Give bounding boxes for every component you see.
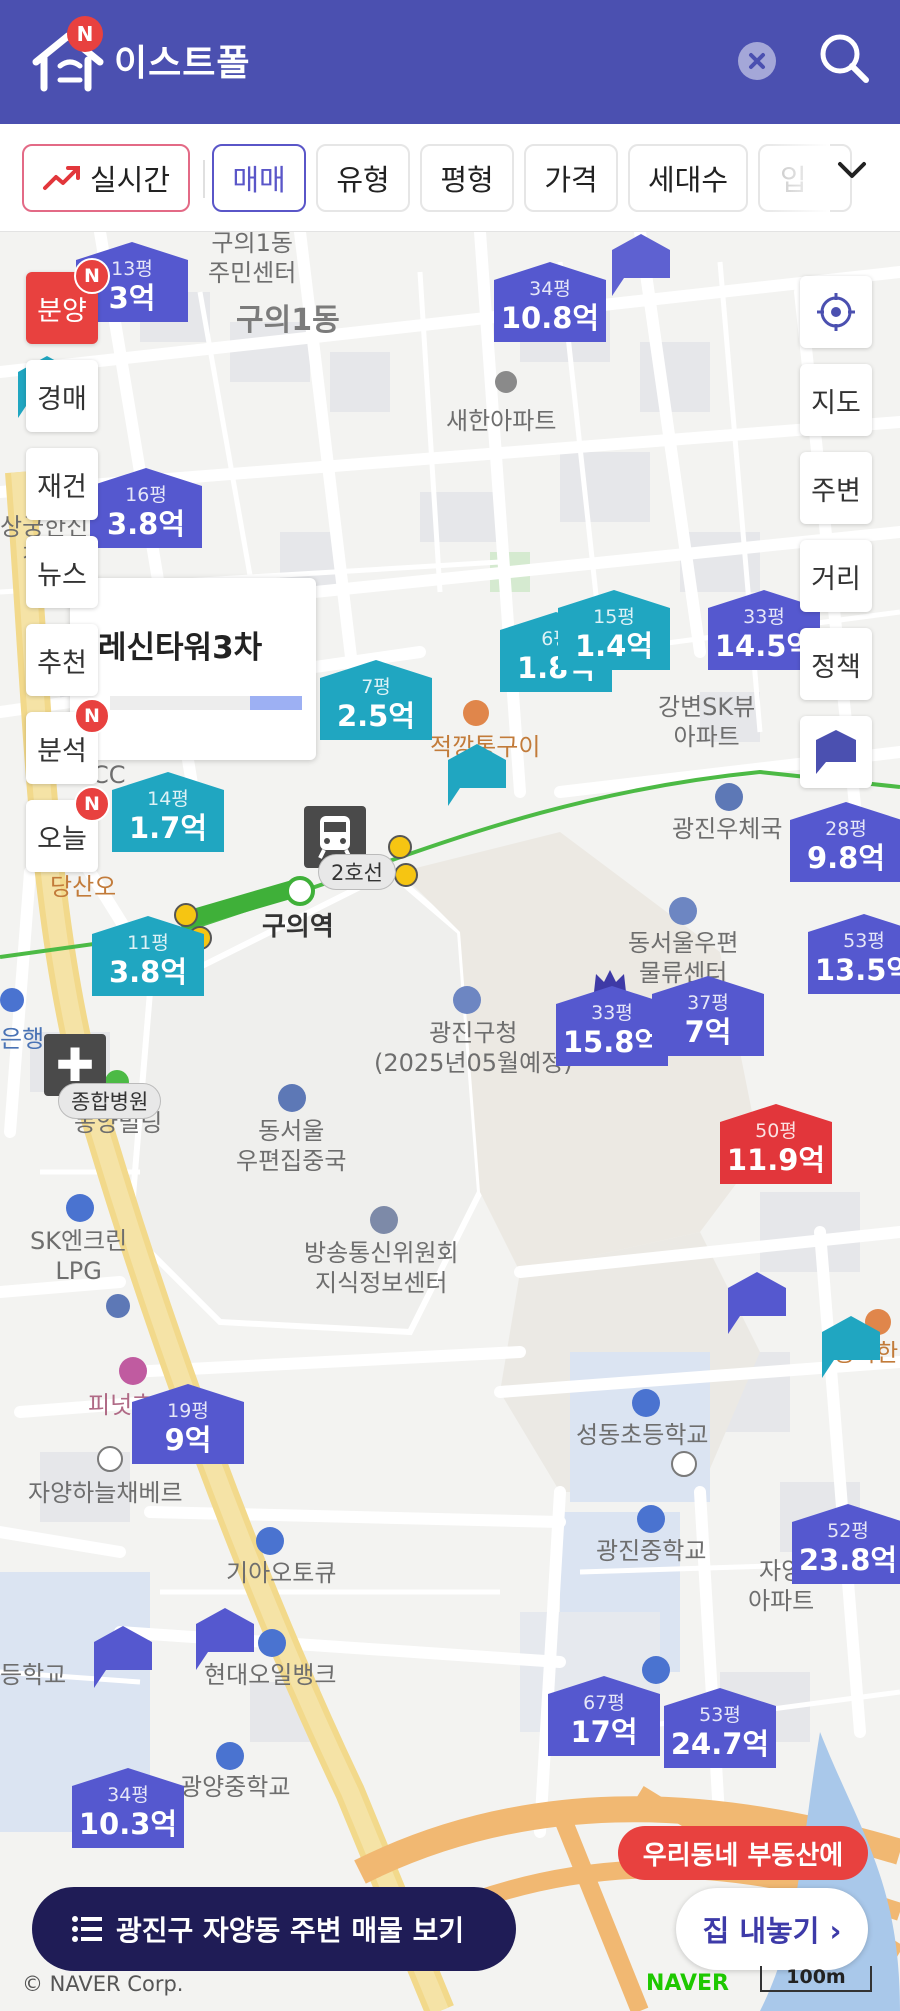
promo-bubble[interactable]: 우리동네 부동산에: [618, 1826, 868, 1880]
map-label-post-center: 동서울 우편집중국: [236, 1117, 347, 1175]
policy-button[interactable]: 정책: [800, 628, 872, 700]
naver-logo: NAVER: [646, 1971, 729, 1996]
nearby-button[interactable]: 주변: [800, 452, 872, 524]
search-button[interactable]: [816, 30, 872, 86]
side-btn-recommend[interactable]: 추천: [26, 624, 98, 696]
map-label-bank-left: 은행: [0, 1025, 45, 1053]
new-badge: N: [74, 786, 110, 822]
view-listings-label: 광진구 자양동 주변 매물 보기: [116, 1914, 465, 1947]
complex-info-popup[interactable]: 레신타워3차: [70, 578, 316, 760]
map-credit: © NAVER Corp.: [22, 1972, 184, 1996]
price-marker[interactable]: 67평 17억: [548, 1676, 660, 1756]
side-btn-presale[interactable]: 분양 N: [26, 258, 110, 344]
filter-fade: [760, 144, 830, 214]
price-marker[interactable]: 34평 10.8억: [494, 262, 606, 342]
new-badge: N: [74, 258, 110, 294]
map-label-sk-lpg: SK엔크린 LPG: [30, 1227, 128, 1285]
price-marker[interactable]: 52평 23.8억: [792, 1504, 900, 1584]
cluster-flag-icon[interactable]: [822, 1316, 880, 1378]
filter-price[interactable]: 가격: [524, 144, 618, 212]
map-label-gwangyang-middle: 광양중학교: [180, 1773, 291, 1801]
map-label-school-left: 등학교: [0, 1661, 67, 1689]
cluster-flag-icon[interactable]: [94, 1626, 152, 1688]
side-btn-label: 분양: [37, 295, 87, 327]
map-label-gwangjin-post: 광진우체국: [672, 815, 783, 843]
list-icon: [72, 1916, 102, 1942]
map-label-seongdong-school: 성동초등학교: [576, 1421, 709, 1449]
chevron-down-icon: [838, 162, 866, 178]
filter-type[interactable]: 유형: [316, 144, 410, 212]
price-marker[interactable]: 28평 9.8억: [790, 802, 900, 882]
side-btn-auction[interactable]: 경매: [26, 360, 98, 432]
close-icon: [749, 53, 765, 69]
price-marker[interactable]: 53평 13.5억: [808, 914, 900, 994]
house-logo-icon[interactable]: N: [30, 16, 110, 98]
hospital-label: 종합병원: [58, 1083, 162, 1119]
side-btn-label: 분석: [37, 735, 87, 767]
expand-filters-button[interactable]: [832, 150, 872, 190]
popup-bar-highlight: [250, 696, 302, 710]
search-icon: [820, 34, 869, 83]
trend-up-icon: [42, 166, 80, 190]
new-badge: N: [74, 698, 110, 734]
realtime-label: 실시간: [89, 163, 171, 197]
side-btn-label: 오늘: [37, 823, 87, 855]
map-label-broadcast: 방송통신위원회 지식정보센터: [304, 1239, 459, 1297]
map-label-gwangjin-office: 광진구청 (2025년05월예정): [374, 1019, 573, 1077]
filter-trade-type[interactable]: 매매: [212, 144, 306, 212]
price-marker[interactable]: 37평 7억: [652, 976, 764, 1056]
notification-badge: N: [67, 16, 103, 52]
price-marker[interactable]: 50평 11.9억: [720, 1104, 832, 1184]
map-label-kia: 기아오토큐: [226, 1559, 337, 1587]
price-marker[interactable]: 19평 9억: [132, 1384, 244, 1464]
side-btn-rebuild[interactable]: 재건: [26, 448, 98, 520]
list-my-house-button[interactable]: 집 내놓기 ›: [676, 1888, 868, 1970]
flag-marker-icon: [816, 730, 856, 774]
search-query-text[interactable]: 이스트폴: [114, 34, 250, 86]
my-location-button[interactable]: [800, 276, 872, 348]
price-marker[interactable]: 53평 24.7억: [664, 1688, 776, 1768]
map-scale: 100m: [760, 1966, 872, 1992]
price-marker[interactable]: 11평 3.8억: [92, 916, 204, 996]
map-label-gwangjin-middle: 광진중학교: [596, 1537, 707, 1565]
map-label-guui1dong: 구의1동: [236, 303, 340, 338]
filter-area[interactable]: 평형: [420, 144, 514, 212]
distance-button[interactable]: 거리: [800, 540, 872, 612]
price-marker[interactable]: 7평 2.5억: [320, 660, 432, 740]
view-listings-button[interactable]: 광진구 자양동 주변 매물 보기: [32, 1887, 516, 1971]
side-btn-analysis[interactable]: 분석 N: [26, 698, 110, 784]
cluster-flag-icon[interactable]: [612, 234, 670, 296]
complex-name: 레신타워3차: [98, 630, 263, 666]
map-label-dangsan: 당산오: [50, 873, 117, 901]
cluster-flag-icon[interactable]: [448, 744, 506, 806]
cluster-flag-icon[interactable]: [728, 1272, 786, 1334]
price-marker[interactable]: 15평 1.4억: [558, 590, 670, 670]
map-view[interactable]: 구의1동 주민센터 구의1동 새한아파트 강변SK뷰 아파트 적깡통구이 광진우…: [0, 232, 900, 2011]
map-label-jayang: 자양하늘채베르: [28, 1479, 183, 1507]
price-marker[interactable]: 34평 10.3억: [72, 1768, 184, 1848]
marker-toggle-button[interactable]: [800, 716, 872, 788]
app-header: N 이스트폴: [0, 0, 900, 124]
realtime-chip[interactable]: 실시간: [22, 144, 190, 212]
divider: [203, 160, 205, 198]
price-marker[interactable]: 16평 3.8억: [90, 468, 202, 548]
side-btn-news[interactable]: 뉴스: [26, 536, 98, 608]
price-marker[interactable]: 14평 1.7억: [112, 772, 224, 852]
station-name: 구의역: [262, 912, 334, 942]
filter-households[interactable]: 세대수: [628, 144, 748, 212]
cluster-flag-icon[interactable]: [196, 1608, 254, 1670]
clear-search-button[interactable]: [738, 42, 776, 80]
map-label-gangbyeon-sk: 강변SK뷰 아파트: [658, 693, 756, 751]
map-label-saehan: 새한아파트: [446, 407, 557, 435]
map-type-button[interactable]: 지도: [800, 364, 872, 436]
map-label-community-center: 구의1동 주민센터: [208, 232, 297, 287]
side-btn-today[interactable]: 오늘 N: [26, 786, 110, 872]
crosshair-icon: [817, 293, 855, 331]
subway-line-label: 2호선: [318, 854, 397, 890]
